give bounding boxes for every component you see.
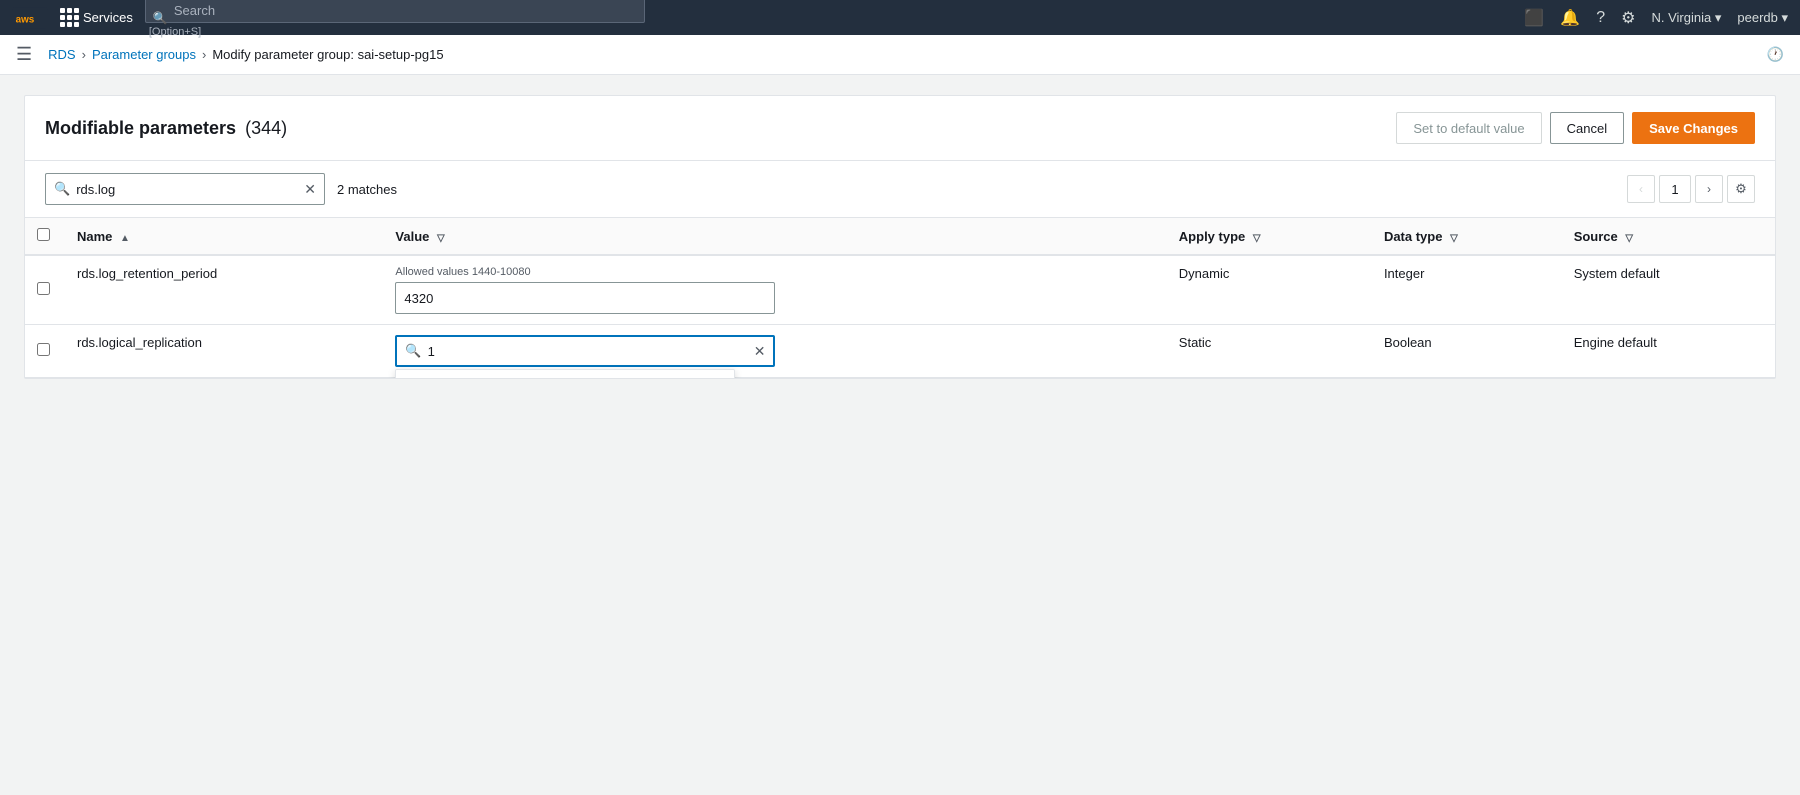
value-sort-icon: ▽ (437, 233, 445, 244)
apply-type-sort-icon: ▽ (1253, 233, 1261, 244)
svg-text:aws: aws (16, 14, 35, 25)
row2-search-icon: 🔍 (405, 343, 421, 359)
parameter-search-input[interactable] (76, 182, 298, 197)
prev-page-button[interactable]: ‹ (1627, 175, 1655, 203)
dropdown-list: Use: "1" 1 (395, 369, 735, 378)
row2-dropdown-wrapper: 🔍 ✕ Use: "1" 1 (395, 335, 1154, 367)
parameters-panel: Modifiable parameters (344) Set to defau… (24, 95, 1776, 379)
row1-name-cell: rds.log_retention_period (65, 255, 383, 325)
panel-count: (344) (245, 118, 287, 138)
row2-source-cell: Engine default (1562, 325, 1775, 378)
value-column-label: Value (395, 229, 429, 244)
secondary-navigation: ☰ RDS › Parameter groups › Modify parame… (0, 35, 1800, 75)
table-row: rds.logical_replication 🔍 ✕ Use: " (25, 325, 1775, 378)
row1-checkbox[interactable] (37, 282, 50, 295)
cloud-icon[interactable]: ⬛ (1524, 8, 1544, 28)
matches-count: 2 matches (337, 182, 397, 197)
search-icon: 🔍 (54, 181, 70, 197)
row1-allowed-values: Allowed values 1440-10080 (395, 266, 1154, 278)
row2-apply-type: Static (1179, 335, 1212, 350)
row2-value-search-box[interactable]: 🔍 ✕ (395, 335, 775, 367)
dropdown-header: Use: "1" (396, 370, 734, 378)
next-page-button[interactable]: › (1695, 175, 1723, 203)
main-content: Modifiable parameters (344) Set to defau… (0, 75, 1800, 399)
data-type-column-label: Data type (1384, 229, 1443, 244)
source-column-label: Source (1574, 229, 1618, 244)
row1-source-cell: System default (1562, 255, 1775, 325)
data-type-sort-icon: ▽ (1450, 233, 1458, 244)
top-navigation: aws Services 🔍 [Option+S] ⬛ 🔔 ? ⚙ N. Vir… (0, 0, 1800, 35)
help-icon[interactable]: ? (1596, 9, 1605, 27)
row2-value-cell[interactable]: 🔍 ✕ Use: "1" 1 (383, 325, 1166, 378)
name-sort-icon: ▲ (120, 233, 130, 244)
row1-source: System default (1574, 266, 1660, 281)
breadcrumb-current: Modify parameter group: sai-setup-pg15 (212, 47, 443, 62)
row1-data-type: Integer (1384, 266, 1424, 281)
table-row: rds.log_retention_period Allowed values … (25, 255, 1775, 325)
cancel-button[interactable]: Cancel (1550, 112, 1624, 144)
row1-apply-type: Dynamic (1179, 266, 1230, 281)
row2-name: rds.logical_replication (77, 335, 202, 350)
services-menu[interactable]: Services (60, 8, 133, 27)
breadcrumb-rds[interactable]: RDS (48, 47, 75, 62)
global-search-input[interactable] (145, 0, 645, 23)
aws-logo: aws (12, 6, 48, 30)
breadcrumb-sep-2: › (202, 47, 206, 62)
set-default-button[interactable]: Set to default value (1396, 112, 1541, 144)
region-selector[interactable]: N. Virginia ▾ (1652, 10, 1722, 26)
search-shortcut: [Option+S] (149, 26, 201, 38)
select-all-checkbox[interactable] (37, 228, 50, 241)
search-icon: 🔍 (153, 11, 168, 25)
row1-checkbox-cell[interactable] (25, 255, 65, 325)
row2-data-type-cell: Boolean (1372, 325, 1562, 378)
breadcrumb: RDS › Parameter groups › Modify paramete… (48, 47, 443, 62)
page-number: 1 (1659, 175, 1691, 203)
row2-apply-type-cell: Static (1167, 325, 1372, 378)
global-search[interactable]: 🔍 [Option+S] (145, 0, 645, 38)
save-changes-button[interactable]: Save Changes (1632, 112, 1755, 144)
parameter-search-box[interactable]: 🔍 ✕ (45, 173, 325, 205)
nav-right-icons: ⬛ 🔔 ? ⚙ N. Virginia ▾ peerdb ▾ (1524, 8, 1788, 28)
breadcrumb-sep-1: › (82, 47, 86, 62)
name-column-label: Name (77, 229, 112, 244)
toolbar: 🔍 ✕ 2 matches ‹ 1 › ⚙ (25, 161, 1775, 218)
select-all-header[interactable] (25, 218, 65, 255)
parameters-table: Name ▲ Value ▽ Apply type ▽ Data type (25, 218, 1775, 378)
services-label: Services (83, 10, 133, 25)
panel-header: Modifiable parameters (344) Set to defau… (25, 96, 1775, 161)
grid-icon (60, 8, 79, 27)
breadcrumb-parameter-groups[interactable]: Parameter groups (92, 47, 196, 62)
apply-type-column-label: Apply type (1179, 229, 1245, 244)
row2-value-input[interactable] (428, 344, 748, 359)
hamburger-menu[interactable]: ☰ (16, 44, 32, 65)
source-column-header[interactable]: Source ▽ (1562, 218, 1775, 255)
settings-icon[interactable]: ⚙ (1621, 8, 1635, 28)
row1-value-input-wrapper[interactable] (395, 282, 775, 314)
row1-data-type-cell: Integer (1372, 255, 1562, 325)
clock-icon: 🕐 (1767, 46, 1784, 63)
data-type-column-header[interactable]: Data type ▽ (1372, 218, 1562, 255)
row1-value-input[interactable] (404, 291, 766, 306)
panel-title: Modifiable parameters (344) (45, 118, 287, 139)
panel-actions: Set to default value Cancel Save Changes (1396, 112, 1755, 144)
row1-value-cell[interactable]: Allowed values 1440-10080 (383, 255, 1166, 325)
value-column-header[interactable]: Value ▽ (383, 218, 1166, 255)
search-clear-button[interactable]: ✕ (304, 181, 316, 198)
row2-source: Engine default (1574, 335, 1657, 350)
row2-data-type: Boolean (1384, 335, 1432, 350)
bell-icon[interactable]: 🔔 (1560, 8, 1580, 28)
pagination-settings-button[interactable]: ⚙ (1727, 175, 1755, 203)
user-menu[interactable]: peerdb ▾ (1737, 10, 1788, 26)
name-column-header[interactable]: Name ▲ (65, 218, 383, 255)
apply-type-column-header[interactable]: Apply type ▽ (1167, 218, 1372, 255)
row1-name: rds.log_retention_period (77, 266, 217, 281)
row2-checkbox-cell[interactable] (25, 325, 65, 378)
pagination: ‹ 1 › ⚙ (1627, 175, 1755, 203)
row2-name-cell: rds.logical_replication (65, 325, 383, 378)
row1-apply-type-cell: Dynamic (1167, 255, 1372, 325)
row2-checkbox[interactable] (37, 343, 50, 356)
source-sort-icon: ▽ (1625, 233, 1633, 244)
row2-clear-button[interactable]: ✕ (754, 343, 766, 360)
